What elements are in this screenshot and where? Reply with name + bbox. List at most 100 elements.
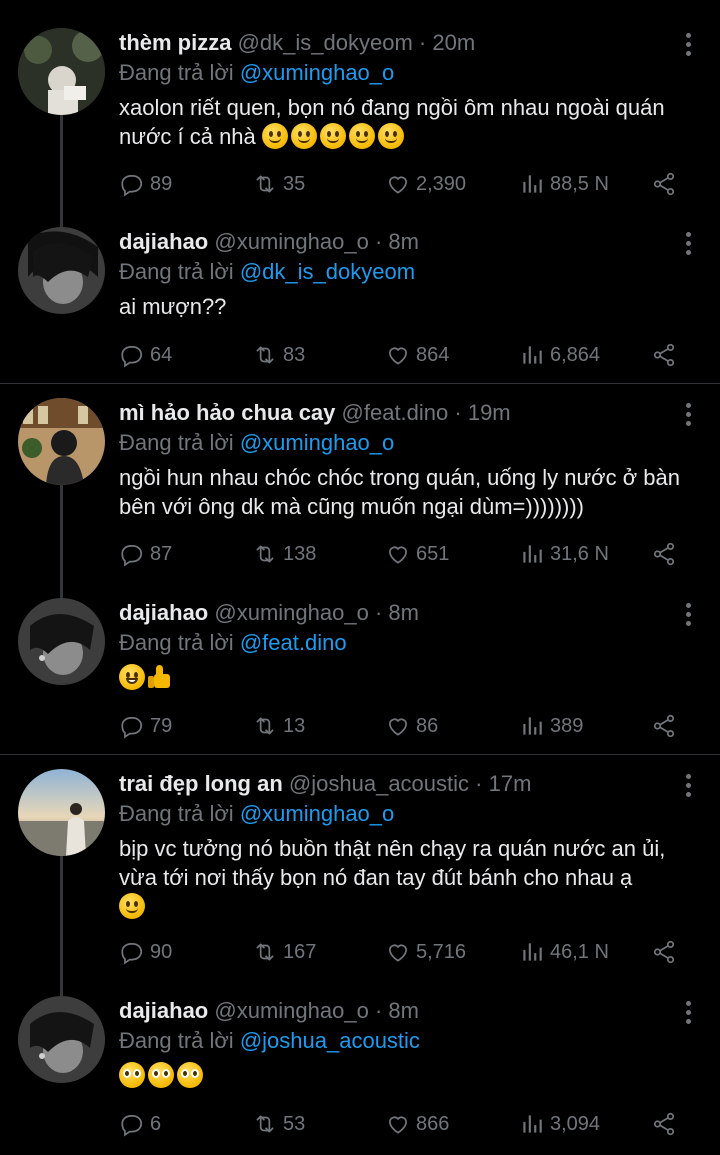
avatar[interactable] — [18, 996, 105, 1083]
like-button[interactable]: 86 — [385, 711, 438, 741]
more-options-icon[interactable] — [686, 232, 692, 256]
reply-to-handle[interactable]: @xuminghao_o — [240, 430, 394, 455]
avatar[interactable] — [18, 227, 105, 314]
timestamp[interactable]: · 19m — [454, 400, 510, 425]
retweet-button[interactable]: 167 — [252, 937, 316, 967]
retweet-button[interactable]: 35 — [252, 169, 305, 199]
like-button[interactable]: 651 — [385, 539, 449, 569]
reply-button[interactable]: 90 — [119, 937, 172, 967]
user-handle[interactable]: @xuminghao_o — [214, 229, 368, 254]
views-button[interactable]: 6,864 — [519, 340, 600, 370]
tweet-text — [119, 663, 700, 692]
reply-button[interactable]: 79 — [119, 711, 172, 741]
tweet-header: dajiahao @xuminghao_o · 8m — [119, 997, 700, 1025]
retweet-button[interactable]: 53 — [252, 1109, 305, 1139]
tweet-body: ngồi hun nhau chóc chóc trong quán, uống… — [119, 465, 680, 519]
reply-to-handle[interactable]: @feat.dino — [240, 630, 347, 655]
slightly-smiling-face-emoji — [377, 123, 404, 149]
avatar-photo — [18, 398, 105, 485]
more-options-icon[interactable] — [686, 33, 692, 57]
thread-line — [60, 480, 63, 600]
tweet-body: ai mượn?? — [119, 294, 227, 319]
tweet-actions: 89 35 2,390 88,5 N — [119, 169, 700, 199]
avatar-photo — [18, 227, 105, 314]
views-button[interactable]: 88,5 N — [519, 169, 609, 199]
views-button[interactable]: 46,1 N — [519, 937, 609, 967]
user-handle[interactable]: @feat.dino — [342, 400, 449, 425]
tweet-header: trai đẹp long an @joshua_acoustic · 17m — [119, 770, 700, 798]
like-button[interactable]: 864 — [385, 340, 449, 370]
like-count: 866 — [416, 1112, 450, 1135]
user-handle[interactable]: @xuminghao_o — [214, 600, 368, 625]
share-button[interactable] — [651, 340, 677, 370]
reply-to-handle[interactable]: @xuminghao_o — [240, 60, 394, 85]
display-name[interactable]: thèm pizza — [119, 30, 231, 55]
share-button[interactable] — [651, 1109, 677, 1139]
reply-button[interactable]: 89 — [119, 169, 172, 199]
more-options-icon[interactable] — [686, 1001, 692, 1025]
share-button[interactable] — [651, 169, 677, 199]
share-button[interactable] — [651, 711, 677, 741]
retweet-button[interactable]: 138 — [252, 539, 316, 569]
share-button[interactable] — [651, 539, 677, 569]
tweet-text: bịp vc tưởng nó buồn thật nên chạy ra qu… — [119, 834, 700, 921]
timestamp[interactable]: · 17m — [475, 771, 531, 796]
view-count: 88,5 N — [550, 172, 609, 195]
views-button[interactable]: 3,094 — [519, 1109, 600, 1139]
reply-button[interactable]: 64 — [119, 340, 172, 370]
share-button[interactable] — [651, 937, 677, 967]
timestamp[interactable]: · 20m — [419, 30, 475, 55]
share-icon — [653, 1112, 675, 1136]
display-name[interactable]: dajiahao — [119, 229, 208, 254]
tweet-text — [119, 1061, 700, 1090]
reply-count: 79 — [150, 714, 173, 737]
like-count: 651 — [416, 542, 450, 565]
views-button[interactable]: 31,6 N — [519, 539, 609, 569]
more-options-icon[interactable] — [686, 403, 692, 427]
avatar[interactable] — [18, 769, 105, 856]
display-name[interactable]: dajiahao — [119, 998, 208, 1023]
replying-to-label: Đang trả lời — [119, 60, 234, 85]
avatar[interactable] — [18, 28, 105, 115]
retweet-count: 13 — [283, 714, 306, 737]
slightly-smiling-face-emoji — [319, 123, 346, 149]
user-handle[interactable]: @xuminghao_o — [214, 998, 368, 1023]
reply-count: 89 — [150, 172, 173, 195]
heart-icon — [389, 347, 407, 365]
user-handle[interactable]: @dk_is_dokyeom — [238, 30, 413, 55]
timestamp[interactable]: · 8m — [375, 229, 419, 254]
retweet-button[interactable]: 83 — [252, 340, 305, 370]
share-icon — [653, 714, 675, 738]
views-button[interactable]: 389 — [519, 711, 583, 741]
reply-count: 87 — [150, 542, 173, 565]
avatar[interactable] — [18, 398, 105, 485]
display-name[interactable]: dajiahao — [119, 600, 208, 625]
reply-to-handle[interactable]: @dk_is_dokyeom — [240, 259, 415, 284]
user-handle[interactable]: @joshua_acoustic — [289, 771, 469, 796]
more-options-icon[interactable] — [686, 774, 692, 798]
like-button[interactable]: 866 — [385, 1109, 449, 1139]
replying-to-label: Đang trả lời — [119, 259, 234, 284]
reply-count: 90 — [150, 940, 173, 963]
timestamp[interactable]: · 8m — [375, 600, 419, 625]
timestamp[interactable]: · 8m — [375, 998, 419, 1023]
display-name[interactable]: trai đẹp long an — [119, 771, 283, 796]
like-button[interactable]: 2,390 — [385, 169, 466, 199]
retweet-button[interactable]: 13 — [252, 711, 305, 741]
pleading-face-emoji — [119, 1062, 145, 1088]
avatar[interactable] — [18, 598, 105, 685]
like-button[interactable]: 5,716 — [385, 937, 466, 967]
reply-to-handle[interactable]: @joshua_acoustic — [240, 1028, 420, 1053]
display-name[interactable]: mì hảo hảo chua cay — [119, 400, 335, 425]
reply-count: 64 — [150, 343, 173, 366]
reply-button[interactable]: 87 — [119, 539, 172, 569]
more-options-icon[interactable] — [686, 603, 692, 627]
reply-icon — [121, 717, 143, 739]
reply-to-handle[interactable]: @xuminghao_o — [240, 801, 394, 826]
pleading-face-emoji — [177, 1062, 203, 1088]
share-icon — [653, 172, 675, 196]
thread-line — [60, 110, 63, 230]
thread-line — [60, 852, 63, 997]
share-icon — [653, 940, 675, 964]
reply-button[interactable]: 6 — [119, 1109, 161, 1139]
